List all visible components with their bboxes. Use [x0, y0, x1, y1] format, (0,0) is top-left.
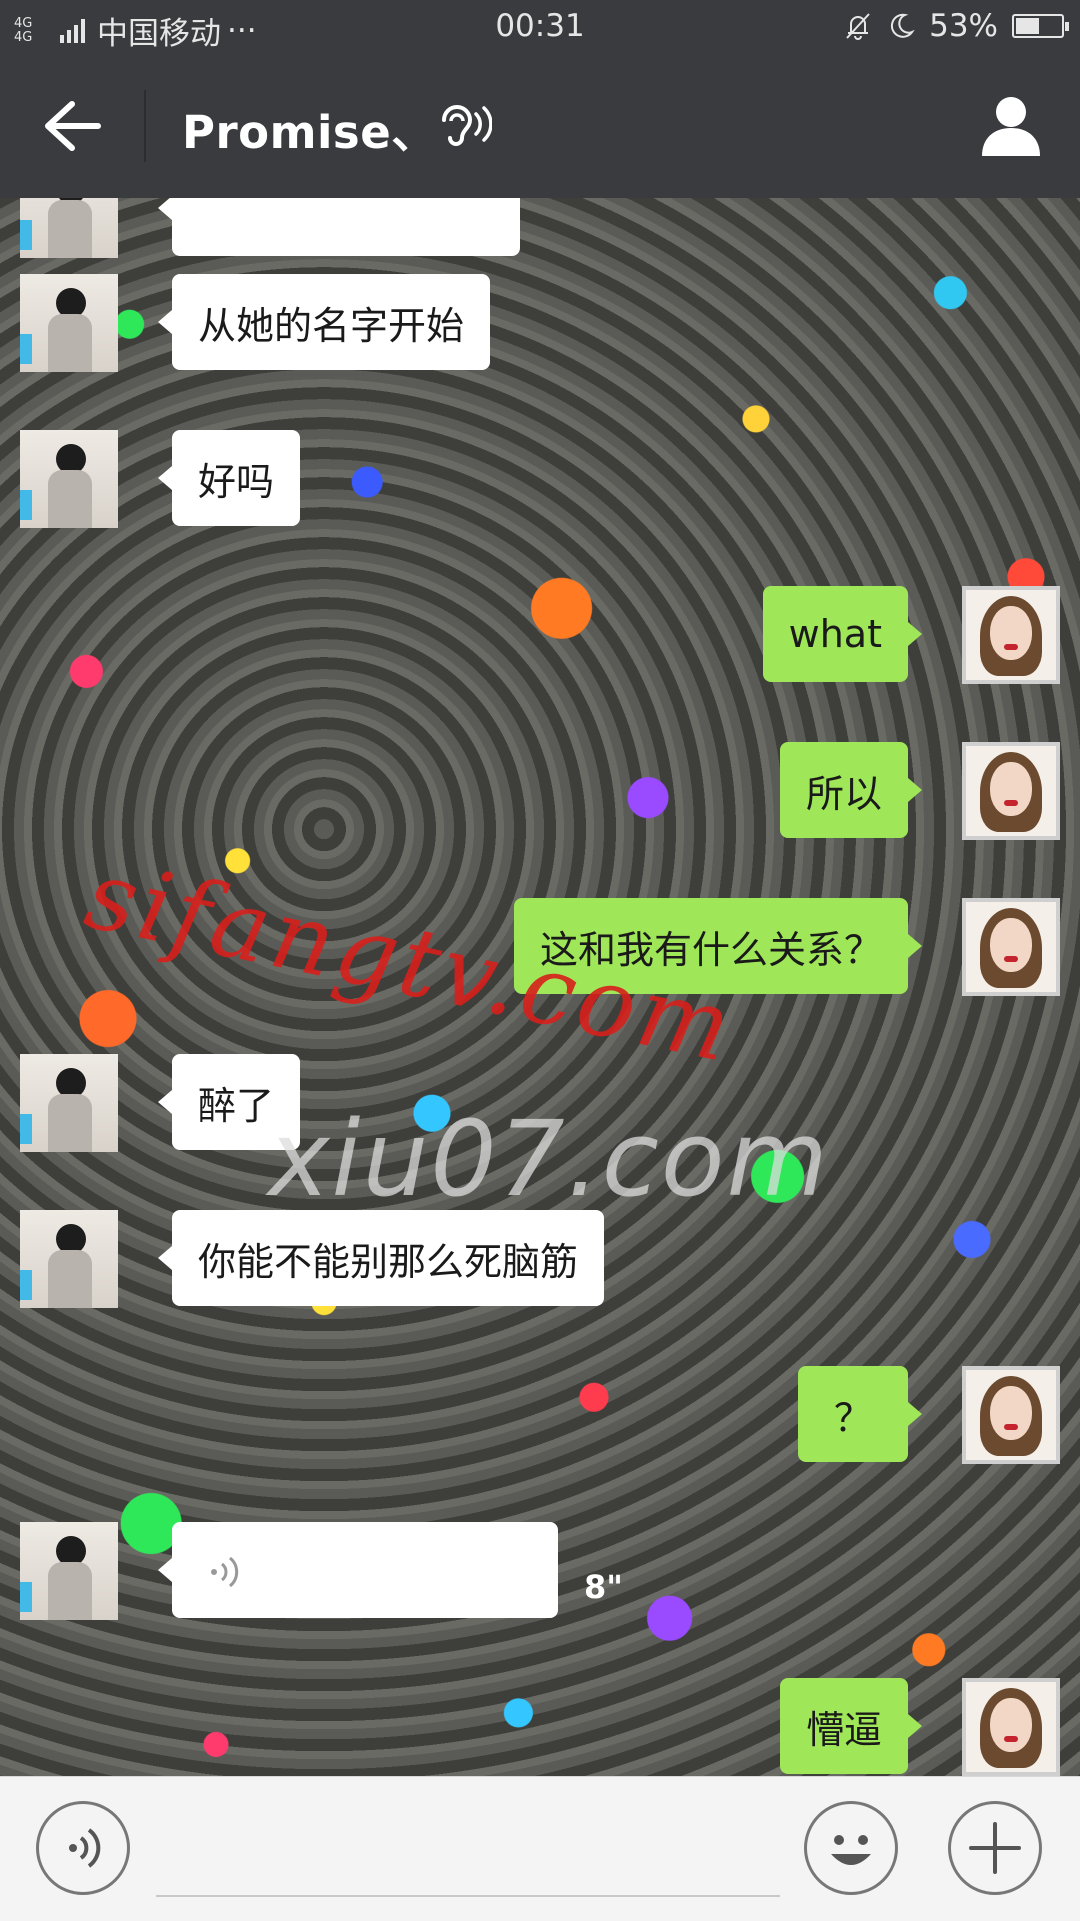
voice-message-bubble[interactable] — [158, 1522, 558, 1618]
message-bubble[interactable]: 懵逼 — [779, 1678, 923, 1774]
watermark-gray: xiu07.com — [268, 1098, 830, 1220]
more-button[interactable] — [948, 1801, 1042, 1895]
message-bubble[interactable]: what — [762, 586, 923, 682]
moon-icon — [891, 13, 915, 38]
voice-wave-icon — [211, 1556, 239, 1588]
input-bar — [0, 1776, 1080, 1921]
battery-fill — [1016, 18, 1039, 34]
status-bar: 4G 4G 中国移动 ··· 00:31 53% — [0, 0, 1080, 54]
message-bubble[interactable]: 好吗 — [157, 430, 301, 526]
arrow-left-icon[interactable] — [36, 94, 106, 158]
avatar[interactable] — [962, 898, 1060, 996]
person-icon[interactable] — [976, 90, 1046, 160]
avatar[interactable] — [962, 1366, 1060, 1464]
message-bubble[interactable]: ？ — [797, 1366, 923, 1462]
mute-bell-icon — [846, 13, 870, 40]
avatar[interactable] — [20, 430, 118, 528]
message-input[interactable] — [156, 1895, 780, 1897]
avatar[interactable] — [962, 742, 1060, 840]
avatar[interactable] — [962, 1678, 1060, 1776]
message-bubble[interactable]: 你能不能别那么死脑筋 — [157, 1210, 605, 1306]
message-bubble[interactable]: 从她的名字开始 — [157, 274, 491, 370]
voice-input-button[interactable] — [36, 1801, 130, 1895]
avatar[interactable] — [20, 274, 118, 372]
voice-icon — [69, 1828, 101, 1868]
message-bubble — [158, 198, 520, 256]
voice-duration: 8" — [584, 1568, 623, 1606]
emoji-icon — [831, 1835, 871, 1865]
watermark-red: sifangtv.com — [76, 838, 745, 1085]
avatar[interactable] — [962, 586, 1060, 684]
avatar[interactable] — [20, 198, 118, 258]
avatar[interactable] — [20, 1210, 118, 1308]
emoji-button[interactable] — [804, 1801, 898, 1895]
avatar[interactable] — [20, 1054, 118, 1152]
battery-icon — [1012, 14, 1069, 38]
message-bubble[interactable]: 所以 — [779, 742, 923, 838]
chat-area[interactable]: 从她的名字开始 好吗 what 所以 这和我有什么关系？ 醉了 你能不能别那么死… — [0, 198, 1080, 1776]
avatar[interactable] — [20, 1522, 118, 1620]
battery-percent: 53% — [929, 8, 998, 44]
header-divider — [144, 90, 146, 162]
ear-icon — [442, 105, 492, 146]
plus-icon — [969, 1822, 1021, 1874]
chat-header: Promise、 — [0, 54, 1080, 198]
chat-title: Promise、 — [182, 106, 437, 159]
